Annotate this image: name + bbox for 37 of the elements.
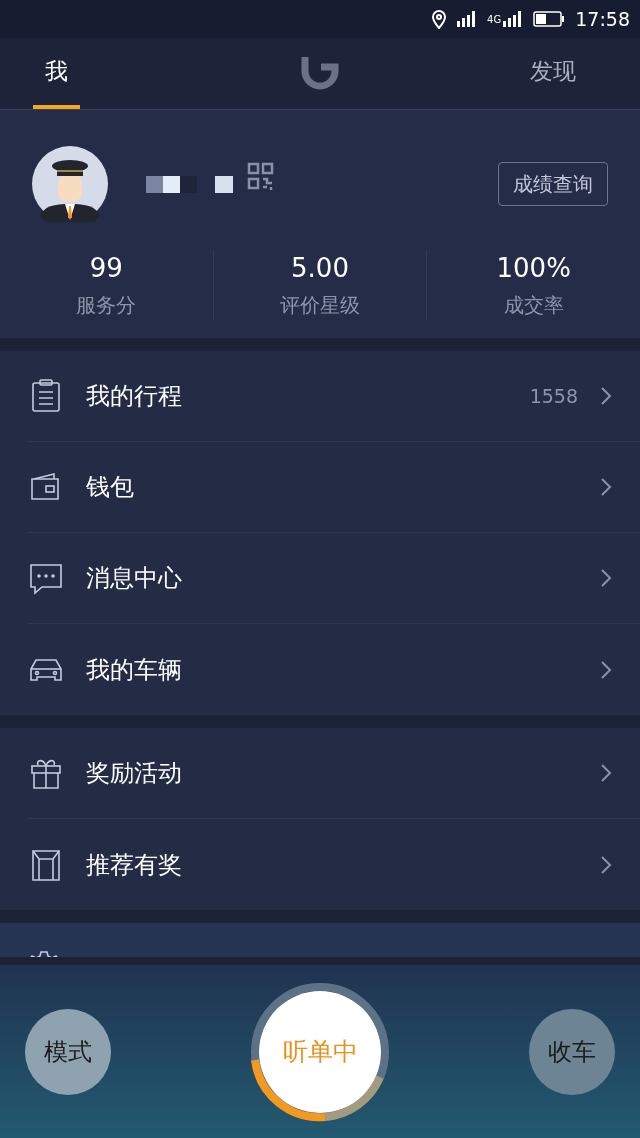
chevron-right-icon [600,477,612,497]
tab[interactable]: 发现 [518,38,589,109]
mode-button[interactable]: 模式 [25,1008,111,1095]
menu-item[interactable]: 奖励活动 [28,728,640,819]
stat-value: 99 [89,252,123,285]
network-type: 4G [487,12,502,27]
stat-label: 成交率 [503,292,564,319]
menu-label: 我的车辆 [86,654,182,686]
avatar-icon [32,146,108,222]
chevron-right-icon [600,568,612,588]
chevron-right-icon [600,386,612,406]
menu-label: 钱包 [86,472,134,503]
clock-time: 17:58 [575,6,630,32]
stat-value: 100% [496,252,571,285]
menu-item[interactable]: 钱包 [28,442,640,533]
signal-icon [503,11,524,27]
qr-code-icon [247,162,275,192]
finish-button[interactable]: 收车 [529,1008,615,1095]
menu-item[interactable]: 消息中心 [28,533,640,624]
menu-label: 消息中心 [86,563,182,594]
menu-item[interactable]: 我的行程 1558 [28,351,640,442]
menu-item[interactable]: 我的车辆 [28,624,640,715]
menu-item[interactable]: 推荐有奖 [28,819,640,910]
location-icon [431,9,448,29]
menu-label: 我的行程 [86,381,182,412]
stat-label: 评价星级 [280,292,360,319]
stat-label: 服务分 [76,292,137,319]
chevron-right-icon [600,763,612,783]
chevron-right-icon [600,854,612,875]
chevron-right-icon [600,659,612,680]
signal-icon [457,11,478,27]
menu-label: 奖励活动 [86,758,182,789]
stat-value: 5.00 [291,252,349,285]
battery-icon [533,11,566,27]
trip-count: 1558 [529,383,578,409]
score-query-button[interactable]: 成绩查询 [498,162,608,206]
menu-label: 推荐有奖 [86,849,182,881]
